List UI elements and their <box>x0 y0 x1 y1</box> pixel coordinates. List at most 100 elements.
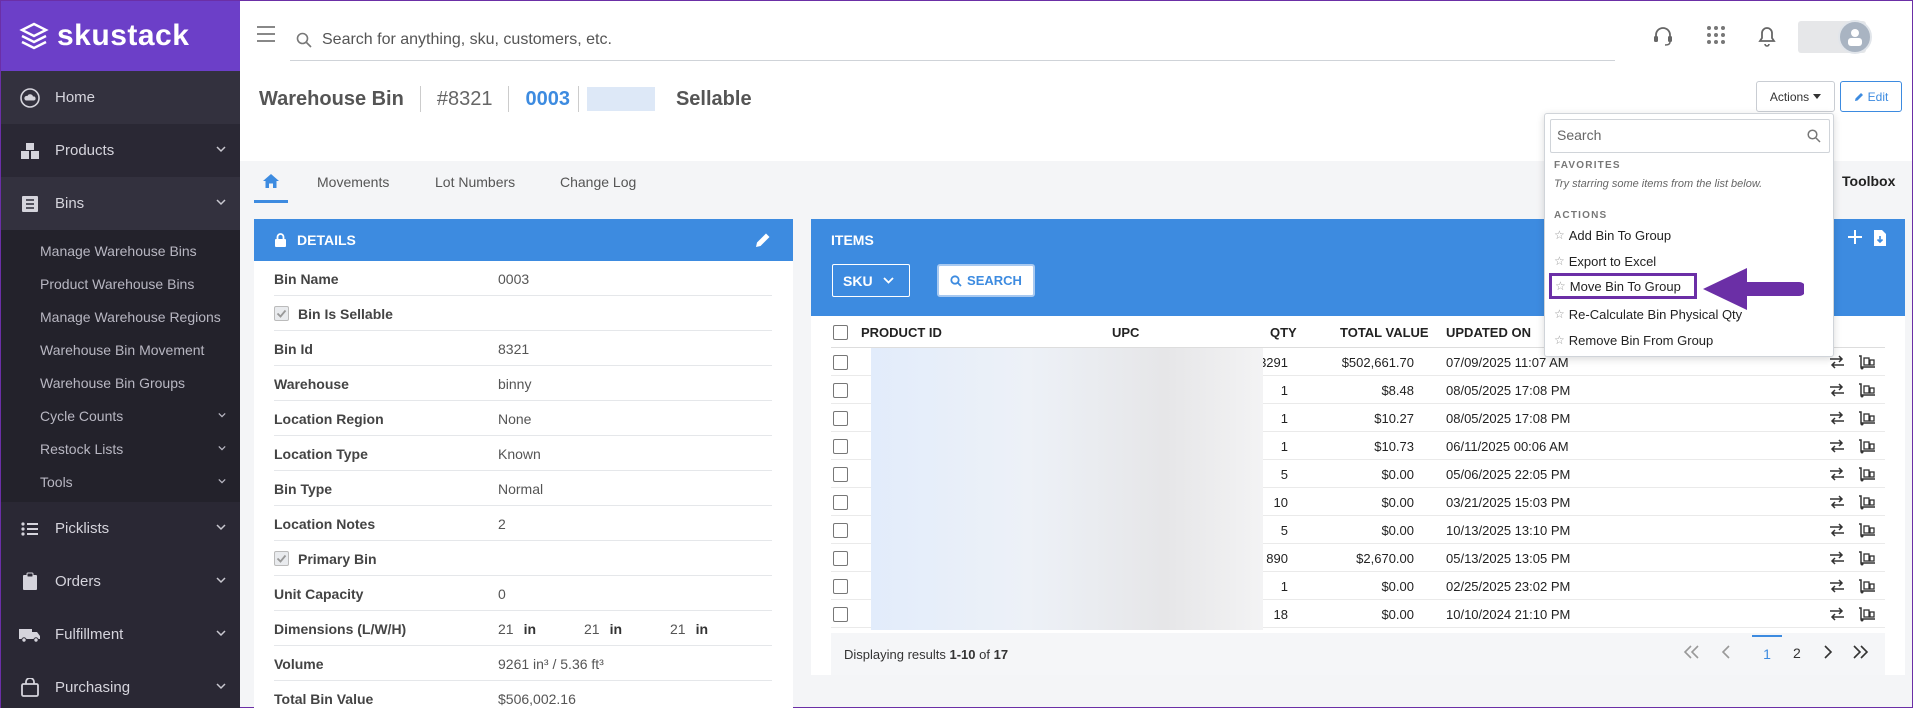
star-icon[interactable]: ☆ <box>1554 254 1565 268</box>
transfer-icon[interactable] <box>1829 495 1845 509</box>
transfer-icon[interactable] <box>1829 607 1845 621</box>
headset-icon[interactable] <box>1652 25 1674 47</box>
column-header-total-value[interactable]: TOTAL VALUE <box>1340 325 1429 340</box>
star-icon[interactable]: ☆ <box>1554 333 1565 347</box>
page-1-button[interactable]: 1 <box>1752 635 1782 665</box>
dolly-icon[interactable] <box>1858 579 1876 594</box>
dolly-icon[interactable] <box>1858 355 1876 370</box>
column-header-upc[interactable]: UPC <box>1112 325 1139 340</box>
action-add-bin-to-group[interactable]: ☆ Add Bin To Group <box>1551 222 1823 248</box>
details-panel-header: DETAILS <box>254 219 793 261</box>
action-remove-bin-from-group[interactable]: ☆ Remove Bin From Group <box>1551 327 1823 353</box>
sidebar-subitem-tools[interactable]: Tools <box>1 465 240 498</box>
chevron-down-icon <box>216 628 226 638</box>
stack-icon <box>19 22 49 50</box>
dropdown-search-input[interactable] <box>1551 120 1781 150</box>
sidebar-subitem-restock-lists[interactable]: Restock Lists <box>1 432 240 465</box>
row-checkbox[interactable] <box>833 523 848 538</box>
dolly-icon[interactable] <box>1858 467 1876 482</box>
results-total: 17 <box>993 647 1009 662</box>
transfer-icon[interactable] <box>1829 411 1845 425</box>
dolly-icon[interactable] <box>1858 383 1876 398</box>
last-page-icon[interactable] <box>1851 645 1869 659</box>
actions-button[interactable]: Actions <box>1756 81 1835 112</box>
apps-grid-icon[interactable] <box>1706 25 1726 45</box>
sidebar-item-bins[interactable]: Bins <box>1 177 240 230</box>
next-page-icon[interactable] <box>1823 645 1833 659</box>
transfer-icon[interactable] <box>1829 523 1845 537</box>
transfer-icon[interactable] <box>1829 383 1845 397</box>
hamburger-menu-icon[interactable] <box>256 25 276 43</box>
star-icon[interactable]: ☆ <box>1555 279 1566 293</box>
transfer-icon[interactable] <box>1829 551 1845 565</box>
dolly-icon[interactable] <box>1858 523 1876 538</box>
sidebar-item-fulfillment[interactable]: Fulfillment <box>1 608 240 661</box>
chevron-down-icon <box>218 411 226 419</box>
row-checkbox[interactable] <box>833 467 848 482</box>
search-button[interactable]: SEARCH <box>937 264 1035 297</box>
transfer-icon[interactable] <box>1829 579 1845 593</box>
sidebar-subitem-manage-warehouse-bins[interactable]: Manage Warehouse Bins <box>1 234 240 267</box>
redacted-product-area <box>871 348 1263 630</box>
tab-home[interactable] <box>254 161 288 203</box>
row-checkbox[interactable] <box>833 495 848 510</box>
row-checkbox[interactable] <box>833 355 848 370</box>
sidebar-item-purchasing[interactable]: Purchasing <box>1 661 240 708</box>
star-icon[interactable]: ☆ <box>1554 307 1565 321</box>
first-page-icon[interactable] <box>1683 645 1701 659</box>
sidebar-item-picklists[interactable]: Picklists <box>1 502 240 555</box>
detail-value: 9261 in³ / 5.36 ft³ <box>498 656 604 672</box>
sidebar-item-home[interactable]: Home <box>1 71 240 124</box>
row-checkbox[interactable] <box>833 411 848 426</box>
select-all-checkbox[interactable] <box>833 325 848 340</box>
transfer-icon[interactable] <box>1829 467 1845 481</box>
row-checkbox[interactable] <box>833 439 848 454</box>
row-checkbox[interactable] <box>833 383 848 398</box>
row-checkbox[interactable] <box>833 607 848 622</box>
tab-toolbox[interactable]: Toolbox <box>1842 173 1895 189</box>
row-checkbox[interactable] <box>833 551 848 566</box>
page-title-text: Warehouse Bin <box>259 87 404 110</box>
brand-logo[interactable]: skustack <box>1 1 240 71</box>
sidebar: skustack Home Products Bins Manage Wareh… <box>1 1 240 708</box>
transfer-icon[interactable] <box>1829 439 1845 453</box>
row-checkbox[interactable] <box>833 579 848 594</box>
dolly-icon[interactable] <box>1858 439 1876 454</box>
dolly-icon[interactable] <box>1858 411 1876 426</box>
topbar <box>240 1 1912 71</box>
action-move-bin-to-group[interactable]: ☆ Move Bin To Group <box>1549 273 1697 299</box>
dolly-icon[interactable] <box>1858 495 1876 510</box>
column-header-product-id[interactable]: PRODUCT ID <box>861 325 942 340</box>
sidebar-subitem-manage-warehouse-regions[interactable]: Manage Warehouse Regions <box>1 300 240 333</box>
cell-total-value: $0.00 <box>1381 607 1414 622</box>
file-download-icon[interactable] <box>1873 229 1887 247</box>
tab-change-log[interactable]: Change Log <box>560 161 636 203</box>
star-icon[interactable]: ☆ <box>1554 228 1565 242</box>
sidebar-item-orders[interactable]: Orders <box>1 555 240 608</box>
dolly-icon[interactable] <box>1858 551 1876 566</box>
column-header-updated-on[interactable]: UPDATED ON <box>1446 325 1531 340</box>
sku-filter-select[interactable]: SKU <box>832 264 910 297</box>
details-panel: DETAILS Bin Name 0003 Bin Is Sellable Bi… <box>254 219 793 708</box>
avatar[interactable] <box>1838 20 1872 54</box>
bell-icon[interactable] <box>1757 25 1777 47</box>
prev-page-icon[interactable] <box>1721 645 1731 659</box>
transfer-icon[interactable] <box>1829 355 1845 369</box>
sidebar-subitem-cycle-counts[interactable]: Cycle Counts <box>1 399 240 432</box>
dolly-icon[interactable] <box>1858 607 1876 622</box>
page-2-button[interactable]: 2 <box>1793 645 1801 661</box>
global-search-input[interactable] <box>322 30 1522 49</box>
tab-lot-numbers[interactable]: Lot Numbers <box>435 161 515 203</box>
sidebar-item-products[interactable]: Products <box>1 124 240 177</box>
pencil-icon[interactable] <box>755 232 771 248</box>
tab-movements[interactable]: Movements <box>317 161 389 203</box>
sidebar-subitem-warehouse-bin-groups[interactable]: Warehouse Bin Groups <box>1 366 240 399</box>
sidebar-subitem-warehouse-bin-movement[interactable]: Warehouse Bin Movement <box>1 333 240 366</box>
cell-total-value: $10.73 <box>1374 439 1414 454</box>
sidebar-subitem-product-warehouse-bins[interactable]: Product Warehouse Bins <box>1 267 240 300</box>
title-divider <box>577 86 579 112</box>
detail-label: Location Notes <box>274 516 376 532</box>
plus-icon[interactable] <box>1847 229 1863 245</box>
edit-button[interactable]: Edit <box>1840 81 1902 112</box>
column-header-qty[interactable]: QTY <box>1270 325 1297 340</box>
